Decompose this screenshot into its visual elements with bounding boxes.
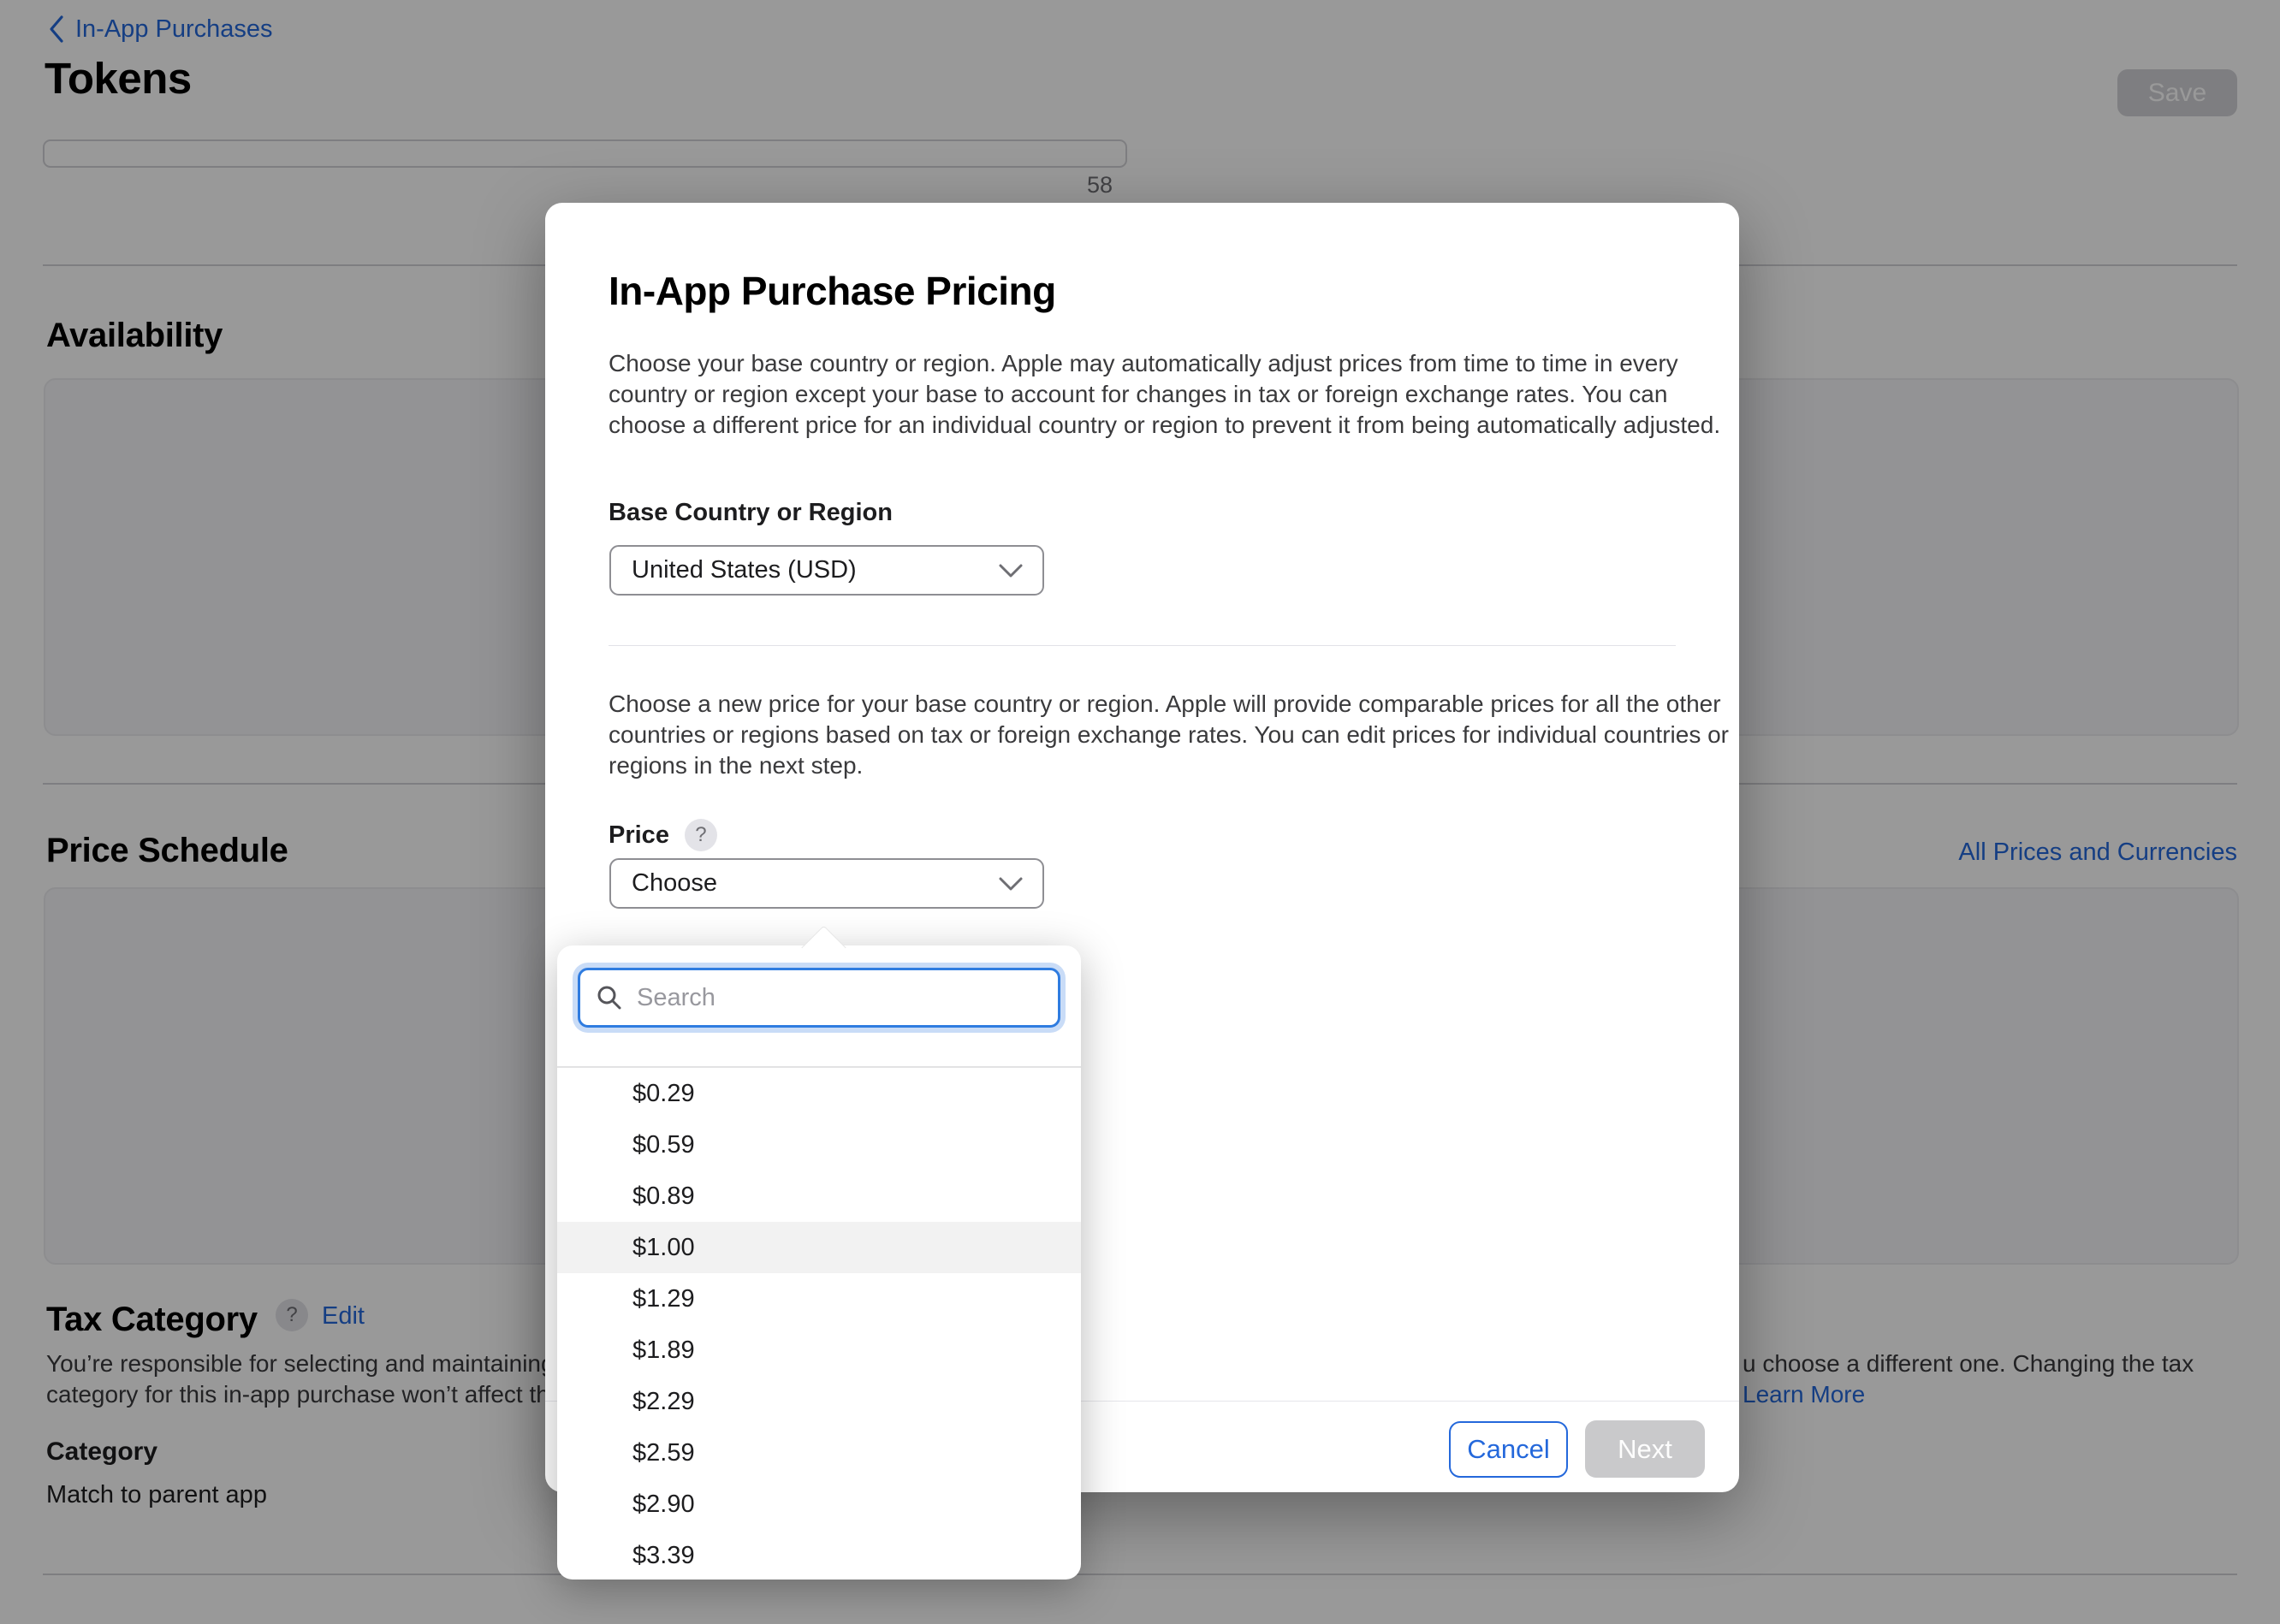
price-option[interactable]: $2.29 [557,1376,1081,1427]
modal-intro-paragraph: Choose your base country or region. Appl… [609,348,1738,441]
price-option[interactable]: $1.89 [557,1325,1081,1376]
price-search-input[interactable] [635,983,1042,1013]
screen: In-App Purchases Tokens Save 58 Availabi… [0,0,2280,1624]
divider [609,645,1676,646]
price-select-value: Choose [632,869,717,898]
price-option[interactable]: $2.90 [557,1479,1081,1530]
price-option[interactable]: $1.29 [557,1273,1081,1325]
chevron-down-icon [998,563,1024,578]
price-search-box[interactable] [578,968,1060,1028]
price-option[interactable]: $3.39 [557,1530,1081,1580]
price-intro-paragraph: Choose a new price for your base country… [609,689,1738,781]
search-icon [596,984,623,1011]
price-option[interactable]: $0.59 [557,1119,1081,1171]
price-search-section [557,945,1081,1068]
price-option[interactable]: $0.89 [557,1171,1081,1222]
price-help-icon[interactable]: ? [685,819,717,851]
price-label-row: Price ? [609,819,717,851]
base-country-label: Base Country or Region [609,499,893,527]
next-button[interactable]: Next [1585,1420,1705,1478]
modal-title: In-App Purchase Pricing [609,268,1056,314]
price-option[interactable]: $0.29 [557,1068,1081,1119]
price-dropdown-popover: $0.29$0.59$0.89$1.00$1.29$1.89$2.29$2.59… [557,945,1081,1580]
price-label: Price [609,821,669,850]
price-select[interactable]: Choose [609,858,1044,909]
cancel-button[interactable]: Cancel [1449,1421,1568,1478]
base-country-select[interactable]: United States (USD) [609,545,1044,596]
price-option-list: $0.29$0.59$0.89$1.00$1.29$1.89$2.29$2.59… [557,1068,1081,1580]
base-country-value: United States (USD) [632,556,857,584]
price-option[interactable]: $2.59 [557,1427,1081,1479]
price-option[interactable]: $1.00 [557,1222,1081,1273]
chevron-down-icon [998,876,1024,892]
